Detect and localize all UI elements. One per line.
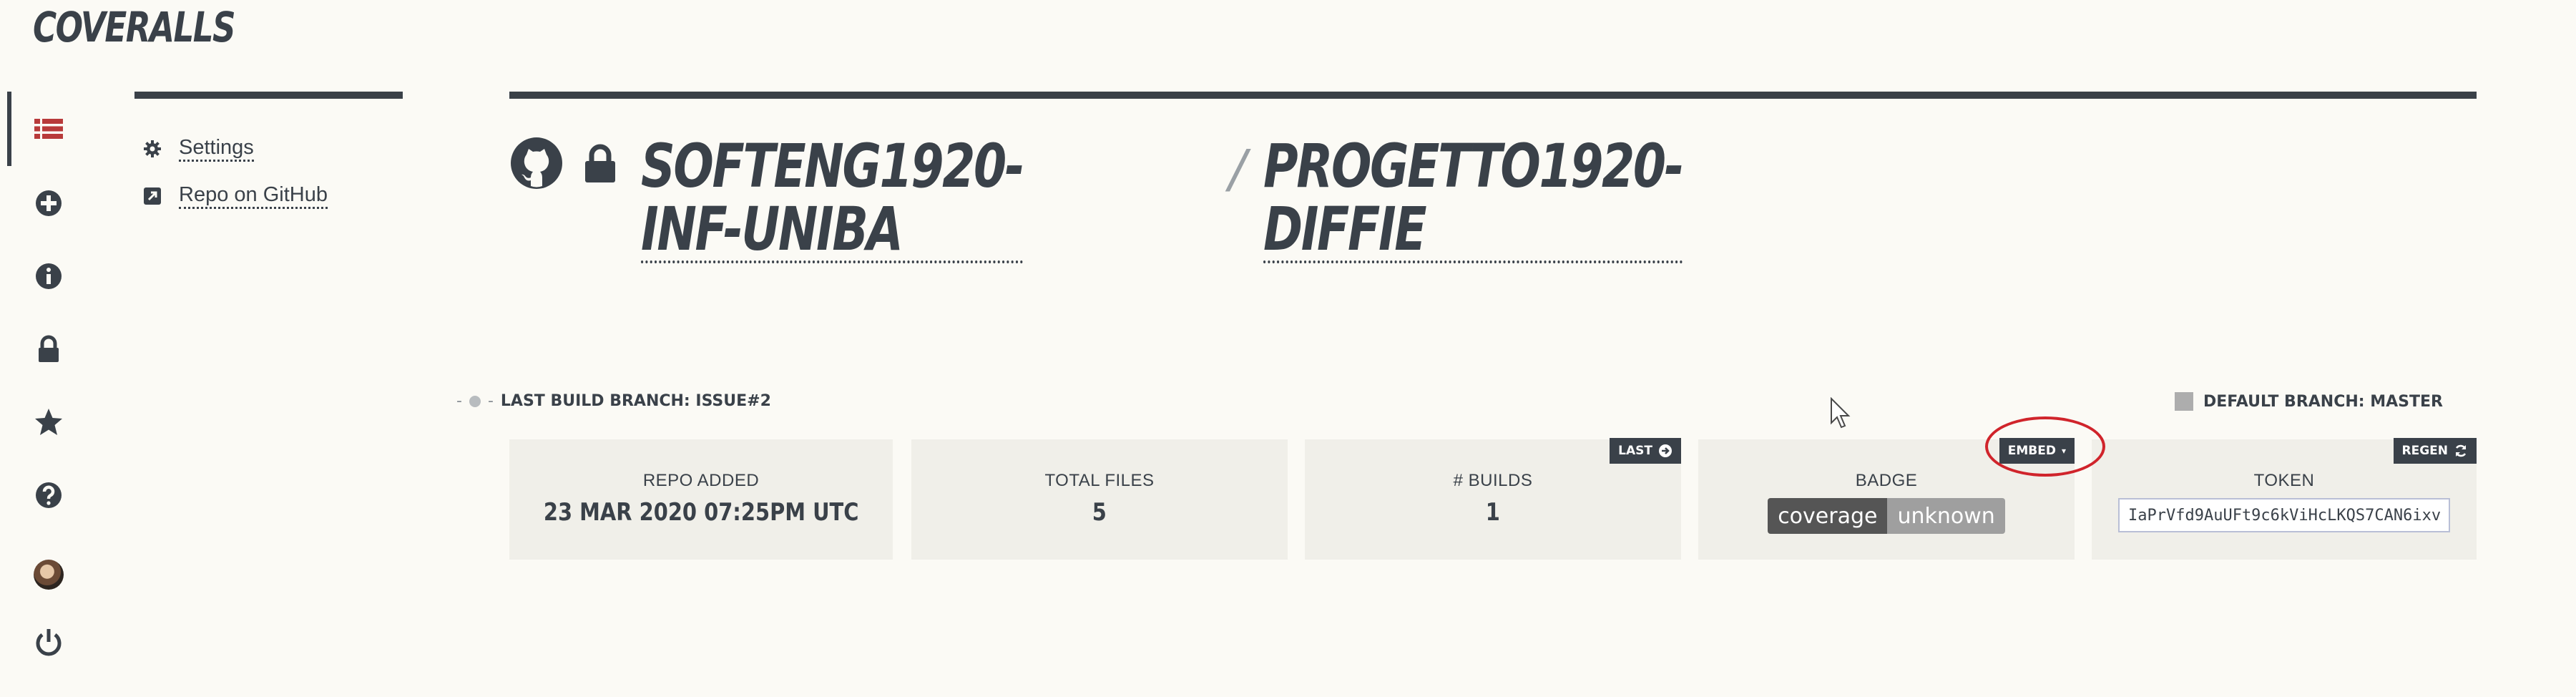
- star-icon[interactable]: [33, 406, 64, 438]
- repo-added-label: REPO ADDED: [642, 471, 760, 490]
- builds-card: LAST # BUILDS 1: [1305, 438, 1681, 560]
- badge-left-text: coverage: [1768, 498, 1888, 534]
- avatar[interactable]: [34, 560, 64, 590]
- info-icon[interactable]: [33, 260, 64, 292]
- refresh-icon: [2455, 444, 2467, 457]
- repo-token-field[interactable]: IaPrVfd9AuUFt9c6kViHcLKQS7CAN6ixv: [2118, 498, 2450, 532]
- subnav-item-repo-on-github[interactable]: Repo on GitHub: [143, 183, 328, 210]
- branch-line-icon: -: [487, 392, 494, 410]
- builds-value: 1: [1485, 498, 1501, 527]
- default-branch-swatch: [2175, 392, 2193, 411]
- regen-button-label: REGEN: [2401, 444, 2449, 458]
- brand-logo[interactable]: COVERALLS: [33, 3, 236, 52]
- coverage-badge[interactable]: coverage unknown: [1768, 498, 2005, 534]
- plus-circle-icon[interactable]: [33, 187, 64, 219]
- repo-added-card: REPO ADDED 23 MAR 2020 07:25PM UTC: [509, 439, 893, 560]
- total-files-label: TOTAL FILES: [1044, 471, 1155, 490]
- default-branch-label: DEFAULT BRANCH: MASTER: [2203, 392, 2443, 411]
- badge-label: BADGE: [1855, 471, 1918, 490]
- last-build-button-label: LAST: [1618, 444, 1652, 458]
- last-build-branch-label: LAST BUILD BRANCH: ISSUE#2: [500, 392, 771, 410]
- settings-link[interactable]: Settings: [179, 136, 254, 162]
- default-branch: DEFAULT BRANCH: MASTER: [2175, 392, 2443, 411]
- total-files-card: TOTAL FILES 5: [911, 439, 1288, 560]
- subnav-item-settings[interactable]: Settings: [143, 136, 254, 162]
- coveralls-page: COVERALLS Settings Repo on GitHub SOFTEN…: [0, 0, 2576, 697]
- rail-active-indicator: [7, 92, 11, 166]
- branch-line-icon: -: [456, 392, 462, 410]
- arrow-right-circle-icon: [1659, 444, 1672, 457]
- subnav-divider: [134, 92, 403, 99]
- token-card: REGEN TOKEN IaPrVfd9AuUFt9c6kViHcLKQS7CA…: [2092, 438, 2477, 560]
- org-link[interactable]: SOFTENG1920-INF-UNIBA: [641, 135, 1024, 264]
- mouse-cursor-icon: [1831, 397, 1851, 429]
- list-icon[interactable]: [33, 113, 64, 145]
- badge-right-text: unknown: [1887, 498, 2005, 534]
- last-build-button[interactable]: LAST: [1610, 438, 1681, 464]
- regen-token-button[interactable]: REGEN: [2393, 438, 2477, 464]
- repo-link[interactable]: PROGETTO1920-DIFFIE: [1263, 135, 1684, 264]
- builds-label: # BUILDS: [1453, 471, 1533, 490]
- branch-dot-icon: [469, 395, 481, 407]
- main-divider: [509, 92, 2477, 99]
- question-icon[interactable]: [33, 479, 64, 511]
- title-separator: /: [1229, 139, 1247, 199]
- repo-added-value: 23 MAR 2020 07:25PM UTC: [543, 498, 859, 527]
- gear-icon: [143, 140, 162, 158]
- external-link-icon: [143, 187, 162, 205]
- token-label: TOKEN: [2253, 471, 2315, 490]
- repo-title: SOFTENG1920-INF-UNIBA / PROGETTO1920-DIF…: [509, 129, 1684, 264]
- lock-icon[interactable]: [33, 333, 64, 365]
- power-icon[interactable]: [33, 627, 64, 658]
- total-files-value: 5: [1092, 498, 1107, 527]
- last-build-branch: - - LAST BUILD BRANCH: ISSUE#2: [456, 392, 771, 410]
- repo-on-github-link[interactable]: Repo on GitHub: [179, 183, 328, 210]
- private-lock-icon: [585, 144, 615, 182]
- github-icon: [511, 137, 562, 189]
- embed-highlight-ring: [1985, 416, 2105, 477]
